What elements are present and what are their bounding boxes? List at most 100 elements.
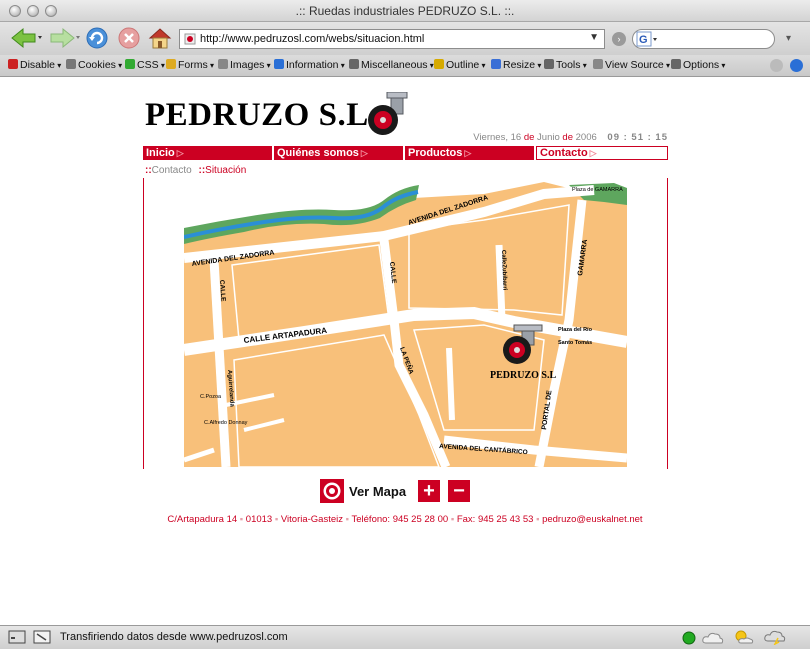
forward-button[interactable] [46, 26, 82, 50]
menu-item-inicio[interactable]: Inicio ▷ [143, 146, 274, 160]
validation-status-icon[interactable] [770, 59, 783, 72]
site-favicon-icon [184, 33, 196, 45]
menu-arrow-icon: ▷ [589, 148, 597, 158]
navigation-toolbar: http://www.pedruzosl.com/webs/situacion.… [0, 22, 810, 55]
forms-icon [166, 59, 176, 69]
plaza-label: Plaza de GAMARRA [572, 187, 623, 193]
info-icon[interactable] [790, 59, 803, 72]
cookie-icon [66, 59, 76, 69]
toolbar-menu-css[interactable]: CSS ▾ [125, 59, 165, 71]
toolbar-menu-label: View Source [605, 59, 664, 71]
url-history-dropdown-icon[interactable]: ▼ [589, 32, 599, 43]
reload-icon [86, 27, 108, 49]
page-info-icon[interactable] [33, 630, 51, 644]
dropdown-arrow-icon: ▾ [264, 61, 271, 70]
dropdown-arrow-icon: ▾ [663, 61, 671, 70]
date-weekday: Viernes, [473, 132, 508, 143]
home-icon [148, 28, 172, 49]
toolbar-menu-information[interactable]: Information ▾ [274, 59, 345, 71]
back-button[interactable] [8, 26, 44, 50]
footer-separator: ▪ [345, 514, 350, 525]
street-label: C.Alfredo Donnay [204, 420, 248, 426]
toolbar-menu-label: CSS [137, 59, 159, 71]
images-icon [218, 59, 228, 69]
toolbar-menu-label: Outline [446, 59, 480, 71]
toolbar-menu-forms[interactable]: Forms ▾ [166, 59, 214, 71]
toolbar-menu-miscellaneous[interactable]: Miscellaneous ▾ [349, 59, 434, 71]
reload-button[interactable] [84, 26, 110, 50]
toolbar-menu-label: Resize [503, 59, 536, 71]
toolbar-menu-tools[interactable]: Tools ▾ [544, 59, 587, 71]
company-logo[interactable]: PEDRUZO S.L. [145, 97, 377, 134]
location-map-frame: AVENIDA DEL ZADORRA AVENIDA DEL ZADORRA … [143, 178, 668, 469]
location-map[interactable]: AVENIDA DEL ZADORRA AVENIDA DEL ZADORRA … [184, 180, 627, 467]
go-button[interactable]: › [612, 32, 626, 46]
options-icon [671, 59, 681, 69]
menu-item-label: Productos [408, 147, 463, 159]
menu-item-contacto[interactable]: Contacto ▷ [536, 146, 668, 160]
web-developer-toolbar: Disable ▾ Cookies ▾ CSS ▾ Forms ▾ Images ▾ In… [0, 55, 810, 77]
menu-item-label: Contacto [540, 147, 588, 159]
footer-separator: ▪ [536, 514, 540, 525]
svg-text:G: G [639, 34, 648, 46]
date-day: 16 [510, 132, 522, 143]
status-green-light-icon [682, 631, 696, 645]
zoom-out-button[interactable]: − [448, 480, 470, 502]
google-search-engine-icon[interactable]: G [636, 31, 658, 47]
menu-item-label: Inicio [146, 147, 175, 159]
footer-separator: ▪ [239, 514, 244, 525]
footer-fax: Fax: 945 25 43 53 [456, 514, 534, 525]
company-map-label: PEDRUZO S.L [490, 370, 556, 381]
toolbar-menu-label: Miscellaneous [361, 59, 428, 71]
url-text: http://www.pedruzosl.com/webs/situacion.… [200, 33, 425, 45]
breadcrumb: ::Contacto ::Situación [145, 165, 246, 176]
toolbar-overflow-icon[interactable]: ▾ [786, 33, 791, 44]
status-text: Transfiriendo datos desde www.pedruzosl.… [60, 631, 288, 643]
footer-address: C/Artapadura 14 [167, 514, 238, 525]
toolbar-menu-resize[interactable]: Resize ▾ [491, 59, 541, 71]
dropdown-arrow-icon: ▾ [719, 61, 726, 70]
footer-city: Vitoria-Gasteiz [280, 514, 344, 525]
breadcrumb-parent[interactable]: Contacto [152, 165, 192, 176]
date-year: 2006 [575, 132, 597, 143]
stop-button[interactable] [116, 26, 142, 50]
url-bar[interactable]: http://www.pedruzosl.com/webs/situacion.… [179, 29, 605, 49]
home-button[interactable] [147, 26, 173, 50]
forward-arrow-icon [50, 27, 80, 49]
window-title: .:: Ruedas industriales PEDRUZO S.L. ::. [295, 4, 515, 18]
window-titlebar: .:: Ruedas industriales PEDRUZO S.L. ::. [0, 0, 810, 22]
disable-icon [8, 59, 18, 69]
plaza-label: Santo Tomás [558, 340, 592, 346]
toolbar-menu-cookie[interactable]: Cookies ▾ [66, 59, 122, 71]
console-icon[interactable] [8, 630, 26, 644]
toolbar-menu-label: Images [230, 59, 265, 71]
clock-display: 09 : 51 : 15 [607, 132, 668, 143]
dropdown-arrow-icon: ▾ [55, 61, 62, 70]
target-icon [320, 479, 344, 503]
ver-mapa-button[interactable]: Ver Mapa [320, 479, 406, 503]
search-input[interactable]: G [632, 29, 775, 49]
zoom-in-button[interactable]: + [418, 480, 440, 502]
footer-email-link[interactable]: pedruzo@euskalnet.net [542, 514, 643, 525]
toolbar-menu-view-source[interactable]: View Source ▾ [593, 59, 670, 71]
view-source-icon [593, 59, 603, 69]
toolbar-menu-label: Information [286, 59, 339, 71]
dropdown-arrow-icon: ▾ [338, 61, 345, 70]
stop-icon [118, 27, 140, 49]
menu-item-quienes-somos[interactable]: Quiénes somos ▷ [274, 146, 405, 160]
toolbar-menu-images[interactable]: Images ▾ [218, 59, 271, 71]
menu-arrow-icon: ▷ [176, 148, 184, 158]
menu-item-productos[interactable]: Productos ▷ [405, 146, 536, 160]
dropdown-arrow-icon: ▾ [427, 61, 434, 70]
css-icon [125, 59, 135, 69]
caster-wheel-logo-icon [368, 92, 408, 135]
menu-arrow-icon: ▷ [464, 148, 472, 158]
miscellaneous-icon [349, 59, 359, 69]
toolbar-menu-disable[interactable]: Disable ▾ [8, 59, 61, 71]
toolbar-menu-options[interactable]: Options ▾ [671, 59, 725, 71]
back-arrow-icon [11, 27, 42, 49]
toolbar-menu-outline[interactable]: Outline ▾ [434, 59, 486, 71]
contact-footer: C/Artapadura 14 ▪ 01013 ▪ Vitoria-Gastei… [0, 514, 810, 525]
main-menu: Inicio ▷ Quiénes somos ▷ Productos ▷ Contac… [143, 146, 668, 160]
date-de: de [523, 132, 535, 143]
